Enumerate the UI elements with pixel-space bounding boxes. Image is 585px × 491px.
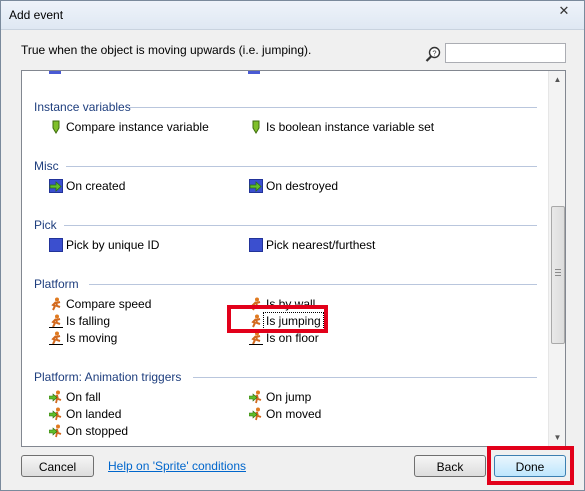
- list-item-label: Pick by unique ID: [66, 238, 160, 252]
- magnifier-help-icon[interactable]: ?: [425, 46, 441, 62]
- scroll-down-arrow-icon[interactable]: ▼: [549, 429, 565, 446]
- pick-square-icon: [49, 238, 63, 252]
- section-divider: [66, 166, 537, 167]
- vertical-scrollbar[interactable]: ▲ ▼: [548, 71, 565, 446]
- list-item-label: Compare speed: [66, 297, 152, 311]
- platform-trigger-icon: [249, 407, 262, 421]
- section-divider: [130, 107, 537, 108]
- grip-line: [555, 275, 561, 276]
- instance-variable-icon: [52, 120, 60, 134]
- section-title-instance-variables: Instance variables: [34, 100, 131, 114]
- search-input[interactable]: [445, 43, 566, 63]
- list-item-label: Is boolean instance variable set: [266, 120, 435, 134]
- annotation-highlight-done: [487, 446, 574, 485]
- trigger-arrow-icon: [249, 179, 263, 193]
- list-item-label: On created: [66, 179, 126, 193]
- section-title-misc: Misc: [34, 159, 59, 173]
- section-title-platform: Platform: [34, 277, 79, 291]
- partial-row-icon: [248, 71, 260, 74]
- list-item-label: Compare instance variable: [66, 120, 209, 134]
- list-item-label: Is falling: [66, 314, 111, 328]
- list-item-label: On stopped: [66, 424, 129, 438]
- close-icon[interactable]: ✕: [549, 1, 579, 21]
- list-item-label: On jump: [266, 390, 312, 404]
- section-divider: [193, 377, 537, 378]
- platform-runner-icon: [249, 331, 263, 345]
- cancel-button[interactable]: Cancel: [21, 455, 94, 477]
- list-item-label: On fall: [66, 390, 101, 404]
- platform-trigger-icon: [49, 424, 62, 438]
- partial-row-icon: [49, 71, 61, 74]
- list-item-label: On moved: [266, 407, 322, 421]
- section-title-platform-animation-triggers: Platform: Animation triggers: [34, 370, 182, 384]
- section-divider: [64, 225, 537, 226]
- pick-square-icon: [249, 238, 263, 252]
- back-button[interactable]: Back: [414, 455, 486, 477]
- grip-line: [555, 269, 561, 270]
- window-title: Add event: [9, 8, 64, 22]
- list-item-label: Pick nearest/furthest: [266, 238, 376, 252]
- platform-runner-icon: [51, 297, 61, 311]
- help-link[interactable]: Help on 'Sprite' conditions: [108, 459, 246, 473]
- section-divider: [89, 284, 537, 285]
- title-bar: Add event ✕: [1, 1, 584, 30]
- platform-trigger-icon: [49, 407, 62, 421]
- list-item-label: Is moving: [66, 331, 118, 345]
- instance-variable-icon: [252, 120, 260, 134]
- platform-runner-icon: [49, 314, 63, 328]
- scroll-up-arrow-icon[interactable]: ▲: [549, 71, 565, 88]
- section-title-pick: Pick: [34, 218, 57, 232]
- condition-list[interactable]: Instance variables Compare instance vari…: [21, 70, 566, 447]
- annotation-highlight-is-jumping: [227, 305, 328, 333]
- list-item-label: On destroyed: [266, 179, 339, 193]
- list-item-label: On landed: [66, 407, 122, 421]
- trigger-arrow-icon: [49, 179, 63, 193]
- platform-trigger-icon: [49, 390, 62, 404]
- add-event-dialog: Add event ✕ True when the object is movi…: [0, 0, 585, 491]
- condition-description: True when the object is moving upwards (…: [21, 43, 312, 57]
- svg-text:?: ?: [432, 48, 436, 57]
- scrollbar-thumb[interactable]: [551, 206, 565, 344]
- grip-line: [555, 272, 561, 273]
- platform-runner-icon: [49, 331, 63, 345]
- platform-trigger-icon: [249, 390, 262, 404]
